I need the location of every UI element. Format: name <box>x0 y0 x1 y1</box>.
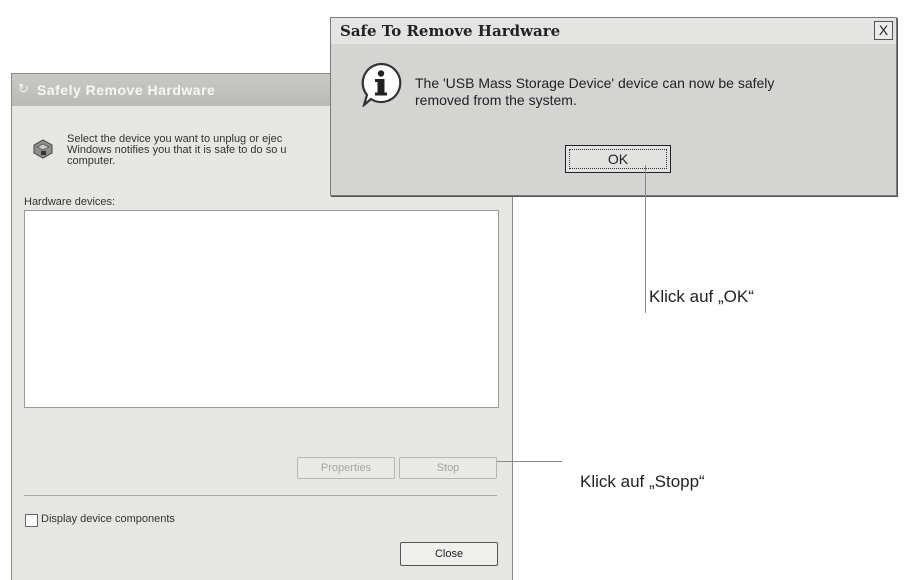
message-line: removed from the system. <box>415 92 577 108</box>
info-icon <box>361 62 402 107</box>
message-line: The 'USB Mass Storage Device' device can… <box>415 75 775 91</box>
window-title: Safely Remove Hardware <box>37 82 216 98</box>
properties-button[interactable]: Properties <box>297 457 395 479</box>
divider <box>24 495 497 496</box>
display-components-label: Display device components <box>41 513 175 525</box>
display-components-checkbox[interactable] <box>25 514 38 527</box>
hardware-devices-label: Hardware devices: <box>24 196 116 208</box>
stop-button[interactable]: Stop <box>399 457 497 479</box>
ok-button-label: OK <box>569 149 667 169</box>
dialog-title: Safe To Remove Hardware <box>340 22 561 40</box>
ok-callout-line <box>645 165 646 313</box>
stop-callout-text: Klick auf „Stopp“ <box>580 472 705 491</box>
dialog-titlebar[interactable]: Safe To Remove Hardware X <box>331 18 896 44</box>
close-icon[interactable]: X <box>874 21 893 40</box>
stop-callout-line <box>497 461 562 462</box>
hardware-title-icon: ↻ <box>18 81 29 96</box>
hardware-device-icon <box>33 139 53 159</box>
hardware-devices-list[interactable] <box>24 210 499 408</box>
close-button[interactable]: Close <box>400 542 498 566</box>
ok-callout-text: Klick auf „OK“ <box>649 287 754 306</box>
safe-to-remove-dialog: Safe To Remove Hardware X The 'USB Mass … <box>330 17 897 196</box>
dialog-message: The 'USB Mass Storage Device' device can… <box>415 75 875 109</box>
ok-button[interactable]: OK <box>565 145 671 173</box>
